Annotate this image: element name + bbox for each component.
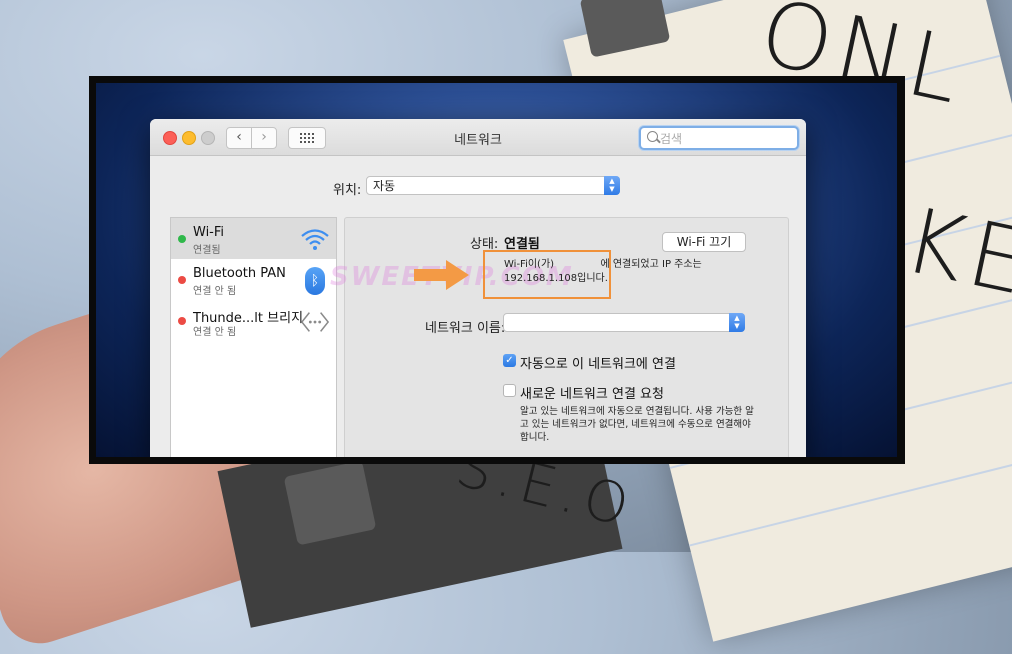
search-icon — [647, 131, 658, 142]
service-name: Wi-Fi — [193, 225, 225, 240]
description-wifi-part: Wi-Fi이(가) — [504, 259, 555, 270]
service-status: 연결됨 — [193, 245, 221, 256]
status-dot-connected — [178, 235, 186, 243]
select-stepper-icon: ▲ ▼ — [604, 176, 620, 195]
desktop-wallpaper: ‹ › 네트워크 검색 위치: 자동 ▲ ▼ Wi-Fi 연결됨 Bluetoo… — [96, 83, 897, 457]
search-placeholder: 검색 — [660, 132, 683, 146]
orange-arrow-icon — [414, 260, 469, 290]
location-select[interactable]: 자동 ▲ ▼ — [366, 176, 620, 195]
turn-wifi-off-button[interactable]: Wi-Fi 끄기 — [662, 232, 746, 252]
title-bar: ‹ › 네트워크 검색 — [150, 119, 806, 156]
auto-join-label: 자동으로 이 네트워크에 연결 — [520, 357, 676, 372]
status-dot-disconnected — [178, 276, 186, 284]
location-label: 위치: — [333, 183, 362, 198]
service-item-thunderbolt-bridge[interactable]: Thunde...lt 브리지 연결 안 됨 — [171, 300, 336, 341]
network-name-select[interactable]: ▲ ▼ — [503, 313, 745, 332]
ask-to-join-checkbox[interactable] — [503, 384, 516, 397]
status-dot-disconnected — [178, 317, 186, 325]
location-value: 자동 — [373, 179, 396, 193]
bluetooth-icon: ᛒ — [300, 266, 330, 296]
search-field[interactable]: 검색 — [639, 126, 799, 150]
service-item-wifi[interactable]: Wi-Fi 연결됨 — [171, 218, 336, 259]
auto-join-checkbox[interactable]: ✓ — [503, 354, 516, 367]
service-list: Wi-Fi 연결됨 Bluetooth PAN 연결 안 됨 ᛒ Thunde.… — [170, 217, 337, 457]
service-status: 연결 안 됨 — [193, 327, 237, 338]
description-connected-part: 에 연결되었고 IP 주소는 — [600, 259, 702, 270]
service-item-bluetooth-pan[interactable]: Bluetooth PAN 연결 안 됨 ᛒ — [171, 259, 336, 300]
select-stepper-icon: ▲ ▼ — [729, 313, 745, 332]
network-preferences-window: ‹ › 네트워크 검색 위치: 자동 ▲ ▼ Wi-Fi 연결됨 Bluetoo… — [150, 119, 806, 457]
service-status: 연결 안 됨 — [193, 286, 237, 297]
help-text: 알고 있는 네트워크에 자동으로 연결됩니다. 사용 가능한 알고 있는 네트워… — [520, 406, 754, 443]
connection-description: Wi-Fi이(가) 에 연결되었고 IP 주소는 192.168.1.108입니… — [504, 258, 734, 286]
ip-address-text: 192.168.1.108입니다. — [504, 273, 608, 284]
ask-to-join-label: 새로운 네트워크 연결 요청 — [520, 387, 664, 402]
thunderbolt-bridge-icon — [300, 307, 330, 337]
detail-pane: 상태: 연결됨 Wi-Fi 끄기 SWEETVIP.COM Wi-Fi이(가) … — [330, 217, 789, 457]
network-name-label: 네트워크 이름: — [425, 321, 506, 336]
service-name: Bluetooth PAN — [193, 266, 286, 281]
screenshot-frame: ‹ › 네트워크 검색 위치: 자동 ▲ ▼ Wi-Fi 연결됨 Bluetoo… — [89, 76, 905, 464]
wifi-icon — [300, 225, 330, 255]
